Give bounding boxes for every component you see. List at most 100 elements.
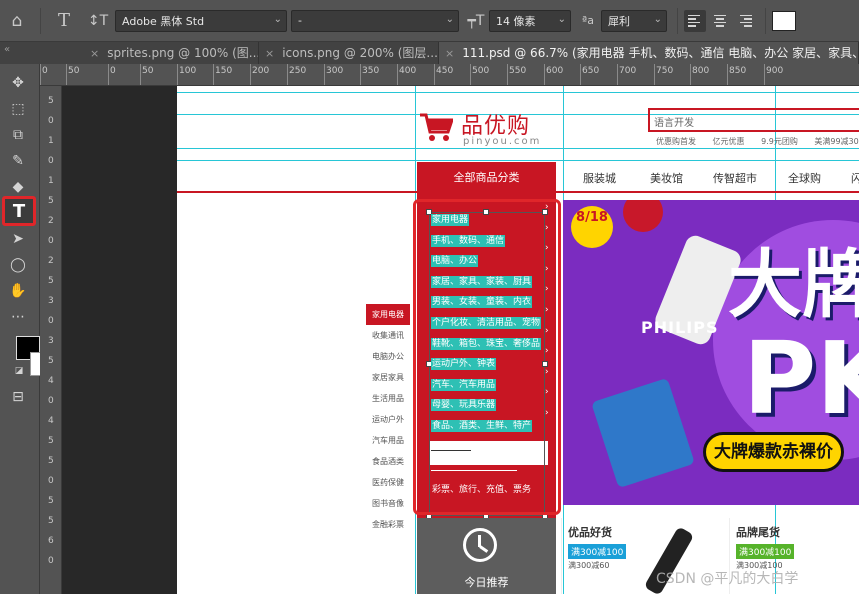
floating-list-item[interactable]: 医药保健 [366,472,410,493]
floating-list-item[interactable]: 图书音像 [366,493,410,514]
more-tools-icon[interactable]: ⋯ [7,306,29,328]
antialias-select[interactable]: 犀利 ⌄ [601,9,667,32]
move-tool-icon[interactable]: ✥ [7,72,29,94]
ruler-tick-label: 400 [399,66,417,76]
ruler-tick-label: 0 [110,66,116,76]
floating-list-item[interactable]: 运动户外 [366,409,410,430]
all-categories-header: 全部商品分类 [417,162,556,193]
quick-mask-icon[interactable]: ⊟ [7,386,29,408]
default-colors-icon[interactable]: ◪ [8,360,30,382]
search-input[interactable]: 语言开发 [648,108,859,132]
ruler-tick [654,64,655,85]
chevron-right-icon: › [545,408,549,418]
nav-item[interactable]: 全球购 [788,170,821,186]
category-item[interactable]: 个户化妆、清洁用品、宠物 [431,317,542,329]
chevron-right-icon: › [545,263,549,274]
eyedropper-icon[interactable]: ✎ [7,150,29,172]
hotword[interactable]: 9.9元团购 [761,137,798,146]
nav-item[interactable]: 服装城 [583,170,616,186]
ruler-tick-label: 800 [692,66,710,76]
nav-item[interactable]: 美妆馆 [650,170,683,186]
category-item[interactable]: 彩票、旅行、充值、票务 [431,484,532,496]
tab-icons[interactable]: × icons.png @ 200% (图层... [259,42,439,64]
category-item[interactable]: 男装、女装、童装、内衣 [431,296,533,309]
hand-tool-icon[interactable]: ✋ [7,280,29,302]
floating-list-item[interactable]: 电脑办公 [366,346,410,367]
toggle-orientation-icon[interactable]: ↕T [81,4,115,38]
collapse-panels-icon[interactable]: « [0,42,40,64]
ruler-tick-label: 0 [48,396,54,406]
chevron-down-icon: ⌄ [445,13,454,25]
ruler-tick-label: 0 [48,116,54,126]
object-select-tool-icon[interactable]: ⧉ [7,124,29,146]
document-canvas[interactable]: 品优购 pinyou.com 语言开发 优惠购首发 亿元优惠 9.9元团购 美满… [177,86,859,594]
category-item[interactable]: 手机、数码、通信 [431,234,506,247]
type-tool-icon[interactable]: T [2,196,36,226]
chevron-right-icon: › [545,202,549,212]
chevron-right-icon: › [545,222,549,233]
ruler-tick-label: 3 [48,336,54,346]
antialias-icon: ªa [582,14,594,27]
hotword[interactable]: 美满99减30 [814,137,858,146]
horizontal-ruler[interactable]: 0 50 0 50 100 150 200 250 300 350 400 450 500 550 600 6… [40,64,859,86]
vertical-ruler[interactable]: 5 0 1 0 1 5 2 0 2 5 3 0 3 5 4 0 4 5 5 0 5 5 6 0 [40,86,62,594]
ruler-tick [617,64,618,85]
close-icon[interactable]: × [90,47,99,60]
tab-label: 111.psd @ 66.7% (家用电器 手机、数码、通信 电脑、办公 家居、… [462,46,858,60]
category-item[interactable]: 运动户外、钟表 [431,358,497,371]
ruler-tick [470,64,471,85]
ellipse-tool-icon[interactable]: ◯ [7,254,29,276]
font-style-select[interactable]: - ⌄ [291,9,459,32]
document-tab-bar: « × sprites.png @ 100% (图... × icons.png @… [0,42,859,64]
font-size-icon: ┯T [467,12,485,29]
card-badge: 满300减100 [568,544,627,559]
ruler-tick [727,64,728,85]
nav-item[interactable]: 传智超市 [713,170,757,186]
ruler-tick-label: 0 [48,476,54,486]
floating-list-item[interactable]: 家用电器 [366,304,410,325]
clock-icon [463,528,497,562]
close-icon[interactable]: × [265,47,274,60]
category-item[interactable]: 家居、家具、家装、厨具 [431,275,533,288]
tab-111-psd[interactable]: × 111.psd @ 66.7% (家用电器 手机、数码、通信 电脑、办公 家居… [439,42,859,64]
floating-list-item[interactable]: 家居家具 [366,367,410,388]
align-center-button[interactable] [709,10,731,32]
floating-list-item[interactable]: 生活用品 [366,388,410,409]
ruler-tick [250,64,251,85]
floating-list-item[interactable]: 汽车用品 [366,430,410,451]
font-family-select[interactable]: Adobe 黑体 Std ⌄ [115,9,287,32]
floating-list-item[interactable]: 收集通讯 [366,325,410,346]
text-color-swatch[interactable] [772,10,796,31]
tab-sprites[interactable]: × sprites.png @ 100% (图... [84,42,259,64]
hotword[interactable]: 优惠购首发 [656,137,696,146]
font-size-select[interactable]: 14 像素 ⌄ [489,9,571,32]
close-icon[interactable]: × [445,47,454,60]
category-item[interactable]: 鞋靴、箱包、珠宝、奢侈品 [431,337,542,350]
font-family-value: Adobe 黑体 Std [122,14,205,28]
floating-list-item[interactable]: 金融彩票 [366,514,410,535]
hotword[interactable]: 亿元优惠 [713,137,745,146]
ruler-tick [544,64,545,85]
today-recommend-block[interactable]: 今日推荐 [417,518,556,594]
ruler-tick-label: 0 [48,556,54,566]
home-icon[interactable]: ⌂ [0,4,34,38]
floating-list-item[interactable]: 食品酒类 [366,451,410,472]
category-item[interactable]: 电脑、办公 [431,255,479,268]
eraser-icon[interactable]: ◆ [7,176,29,198]
separator [40,7,41,34]
ruler-tick-label: 750 [656,66,674,76]
category-item[interactable]: 母婴、玩具乐器 [431,399,497,412]
category-item[interactable]: 食品、酒类、生鲜、特产 [431,420,533,432]
category-item[interactable]: 汽车、汽车用品 [431,378,497,391]
banner-pk: PK [743,320,859,437]
marquee-tool-icon[interactable]: ⬚ [7,98,29,120]
ruler-tick-label: 2 [48,256,54,266]
path-select-icon[interactable]: ➤ [7,228,29,250]
align-left-button[interactable] [684,9,706,32]
align-right-button[interactable] [734,10,756,32]
ruler-tick-label: 2 [48,216,54,226]
ruler-tick-label: 1 [48,176,54,186]
nav-item[interactable]: 闪 [851,170,859,186]
category-item[interactable]: 家用电器 [431,214,470,226]
type-tool-preset-icon[interactable]: T [47,4,81,38]
